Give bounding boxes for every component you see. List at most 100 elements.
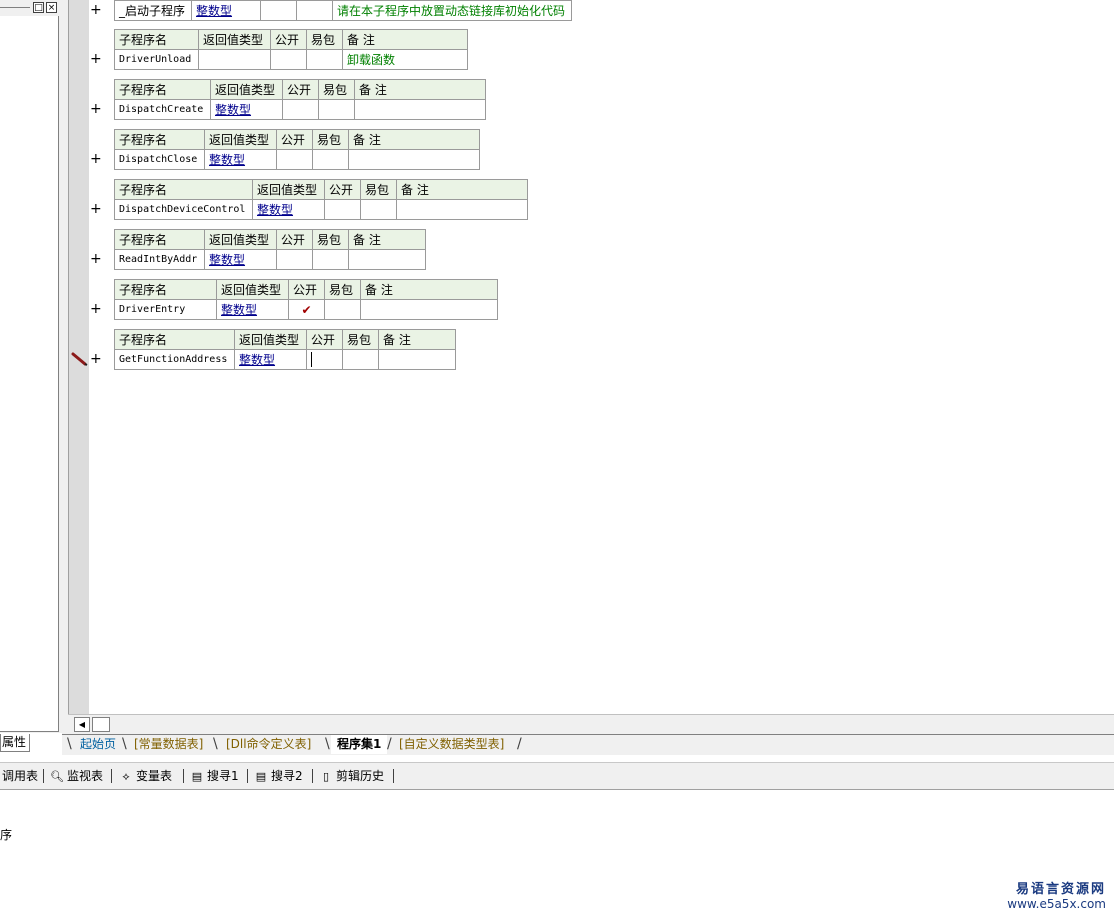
return-type-link[interactable]: 整数型	[209, 253, 245, 267]
tab-assembly-1[interactable]: 程序集1	[331, 735, 388, 754]
brand-name: 易语言资源网	[1015, 882, 1106, 897]
public-cell[interactable]	[306, 349, 343, 370]
table-row: ReadIntByAddr 整数型	[114, 249, 426, 270]
expand-icon[interactable]: +	[90, 52, 102, 66]
return-type-link[interactable]: 整数型	[239, 353, 275, 367]
return-type-cell[interactable]: 整数型	[210, 99, 283, 120]
note-cell[interactable]	[348, 249, 426, 270]
return-type-cell[interactable]: 整数型	[216, 299, 289, 320]
sub-table-driverentry[interactable]: 子程序名 返回值类型 公开 易包 备 注 DriverEntry 整数型 ✔	[114, 279, 498, 320]
note-cell[interactable]	[378, 349, 456, 370]
close-icon[interactable]: ×	[46, 2, 57, 13]
sub-name-cell[interactable]: DispatchDeviceControl	[114, 199, 253, 220]
clipboard-icon: ▯	[322, 770, 330, 783]
return-type-link[interactable]: 整数型	[209, 153, 245, 167]
easy-pack-cell[interactable]	[342, 349, 379, 370]
easy-pack-cell[interactable]	[296, 0, 333, 21]
tab-constants[interactable]: [常量数据表]	[128, 735, 209, 754]
return-type-link[interactable]: 整数型	[215, 103, 251, 117]
sub-table-dispatchclose[interactable]: 子程序名 返回值类型 公开 易包 备 注 DispatchClose 整数型	[114, 129, 480, 170]
watch-table-label: 监视表	[67, 769, 104, 783]
sub-name-cell[interactable]: DispatchCreate	[114, 99, 211, 120]
scroll-left-icon[interactable]: ◀	[74, 717, 90, 732]
header-return-type: 返回值类型	[198, 29, 271, 50]
return-type-cell[interactable]: 整数型	[204, 249, 277, 270]
easy-pack-cell[interactable]	[360, 199, 397, 220]
header-return-type: 返回值类型	[204, 129, 277, 150]
return-type-cell[interactable]: 整数型	[191, 0, 261, 21]
call-table-button[interactable]: 调用表	[2, 767, 38, 785]
return-type-link[interactable]: 整数型	[196, 4, 232, 18]
header-easy-pack: 易包	[318, 79, 355, 100]
tab-custom-types[interactable]: [自定义数据类型表]	[393, 735, 510, 754]
sub-name-cell[interactable]: DispatchClose	[114, 149, 205, 170]
note-cell[interactable]: 卸载函数	[342, 49, 468, 70]
tab-start-page[interactable]: 起始页	[74, 735, 122, 754]
sub-name-cell[interactable]: DriverUnload	[114, 49, 199, 70]
return-type-link[interactable]: 整数型	[221, 303, 257, 317]
return-type-cell[interactable]	[198, 49, 271, 70]
table-row: DispatchDeviceControl 整数型	[114, 199, 528, 220]
easy-pack-cell[interactable]	[318, 99, 355, 120]
clip-history-button[interactable]: ▯ 剪辑历史	[319, 767, 384, 785]
header-note: 备 注	[354, 79, 486, 100]
watch-table-button[interactable]: 🔍︎ 监视表	[50, 767, 103, 785]
sub-table-getfunctionaddress[interactable]: 子程序名 返回值类型 公开 易包 备 注 GetFunctionAddress …	[114, 329, 456, 370]
header-sub-name: 子程序名	[114, 79, 211, 100]
expand-icon[interactable]: +	[90, 352, 102, 366]
output-pane[interactable]: 序 易语言资源网 www.e5a5x.com	[0, 790, 1114, 915]
public-cell[interactable]	[324, 199, 361, 220]
sub-name-cell[interactable]: GetFunctionAddress	[114, 349, 235, 370]
tab-dll-commands[interactable]: [Dll命令定义表]	[220, 735, 317, 754]
public-checkmark-icon[interactable]: ✔	[288, 299, 325, 320]
sub-name-cell[interactable]: _启动子程序	[114, 0, 192, 21]
easy-pack-cell[interactable]	[312, 149, 349, 170]
header-sub-name: 子程序名	[114, 279, 217, 300]
public-cell[interactable]	[282, 99, 319, 120]
horizontal-scrollbar[interactable]: ◀	[68, 714, 1114, 735]
scroll-thumb[interactable]	[92, 717, 110, 732]
easy-pack-cell[interactable]	[306, 49, 343, 70]
search2-button[interactable]: ▤ 搜寻2	[254, 767, 303, 785]
public-cell[interactable]	[260, 0, 297, 21]
expand-icon[interactable]: +	[90, 102, 102, 116]
tab-divider: /	[517, 736, 522, 752]
search1-label: 搜寻1	[207, 769, 239, 783]
note-cell[interactable]	[396, 199, 528, 220]
search1-button[interactable]: ▤ 搜寻1	[190, 767, 239, 785]
sub-table-dispatchcreate[interactable]: 子程序名 返回值类型 公开 易包 备 注 DispatchCreate 整数型	[114, 79, 486, 120]
note-cell[interactable]	[348, 149, 480, 170]
sub-name-cell[interactable]: ReadIntByAddr	[114, 249, 205, 270]
return-type-link[interactable]: 整数型	[257, 203, 293, 217]
sub-name-cell[interactable]: DriverEntry	[114, 299, 217, 320]
header-return-type: 返回值类型	[234, 329, 307, 350]
easy-pack-cell[interactable]	[324, 299, 361, 320]
variable-table-label: 变量表	[136, 769, 173, 783]
return-type-cell[interactable]: 整数型	[204, 149, 277, 170]
expand-icon[interactable]: +	[90, 252, 102, 266]
maximize-icon[interactable]: □	[33, 2, 44, 13]
expand-icon[interactable]: +	[90, 302, 102, 316]
table-row: DispatchClose 整数型	[114, 149, 480, 170]
easy-pack-cell[interactable]	[312, 249, 349, 270]
public-cell[interactable]	[270, 49, 307, 70]
note-cell[interactable]: 请在本子程序中放置动态链接库初始化代码	[332, 0, 572, 21]
expand-icon[interactable]: +	[90, 152, 102, 166]
sub-table-startup[interactable]: _启动子程序 整数型 请在本子程序中放置动态链接库初始化代码	[114, 0, 572, 21]
public-cell[interactable]	[276, 249, 313, 270]
expand-icon[interactable]: +	[90, 3, 102, 17]
sub-table-readintbyaddr[interactable]: 子程序名 返回值类型 公开 易包 备 注 ReadIntByAddr 整数型	[114, 229, 426, 270]
table-header-row: 子程序名 返回值类型 公开 易包 备 注	[114, 179, 528, 200]
tab-properties[interactable]: 属性	[0, 734, 30, 752]
sub-table-dispatchdevicecontrol[interactable]: 子程序名 返回值类型 公开 易包 备 注 DispatchDeviceContr…	[114, 179, 528, 220]
brand-url: www.e5a5x.com	[1007, 897, 1106, 911]
variable-table-button[interactable]: ⟡ 变量表	[119, 767, 172, 785]
return-type-cell[interactable]: 整数型	[234, 349, 307, 370]
sub-table-driverunload[interactable]: 子程序名 返回值类型 公开 易包 备 注 DriverUnload 卸载函数	[114, 29, 468, 70]
public-cell[interactable]	[276, 149, 313, 170]
note-cell[interactable]	[360, 299, 498, 320]
note-cell[interactable]	[354, 99, 486, 120]
property-list[interactable]	[0, 16, 59, 732]
expand-icon[interactable]: +	[90, 202, 102, 216]
return-type-cell[interactable]: 整数型	[252, 199, 325, 220]
